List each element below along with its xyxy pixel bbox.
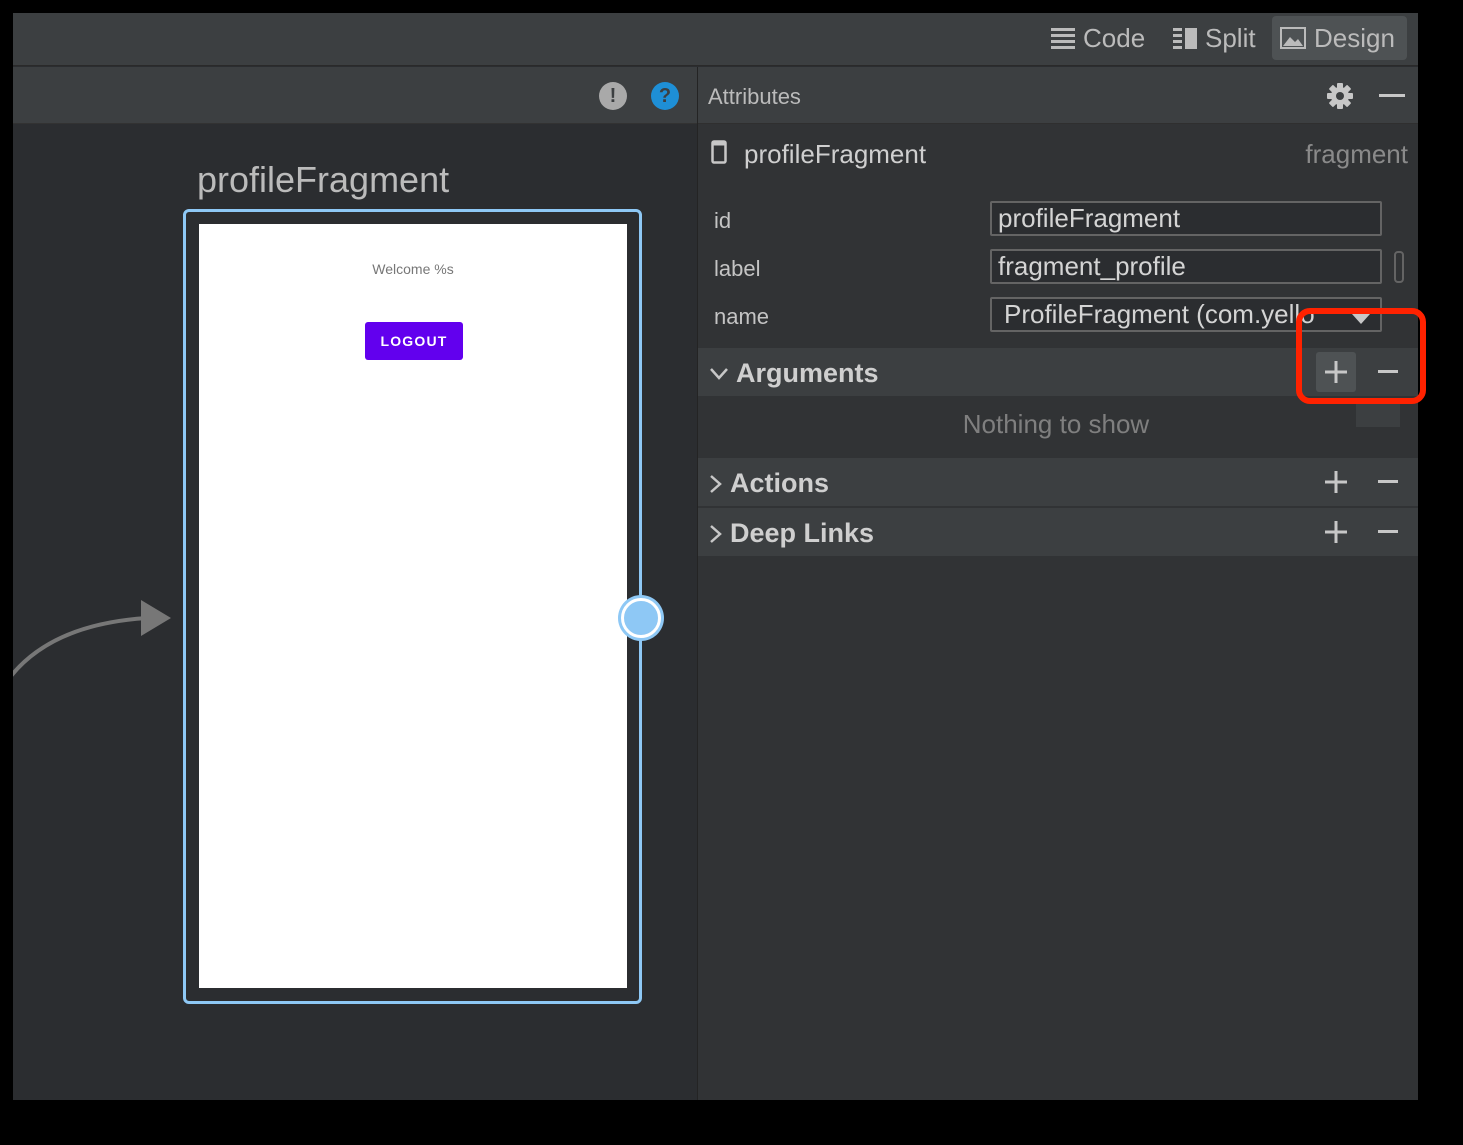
- warning-icon[interactable]: !: [599, 82, 627, 110]
- label-field[interactable]: fragment_profile: [990, 249, 1382, 284]
- highlight-annotation: [1296, 308, 1426, 404]
- label-label: label: [714, 256, 761, 281]
- welcome-text: Welcome %s: [372, 261, 454, 277]
- component-row: profileFragment fragment: [698, 127, 1418, 177]
- arguments-title: Arguments: [736, 358, 879, 388]
- actions-title: Actions: [730, 468, 830, 498]
- attributes-panel: Attributes profileFragment fragment id p…: [698, 67, 1418, 1100]
- add-deep-link-button[interactable]: [1316, 512, 1356, 552]
- code-lines-icon: [1051, 28, 1075, 49]
- plus-icon: [1325, 471, 1347, 493]
- minus-icon: [1378, 480, 1398, 483]
- deep-links-title: Deep Links: [730, 518, 875, 548]
- deep-links-toggle[interactable]: Deep Links: [710, 518, 874, 549]
- resource-picker-button[interactable]: [1394, 251, 1404, 283]
- code-mode-button[interactable]: Code: [1043, 16, 1153, 60]
- chevron-down-icon: [710, 367, 728, 380]
- id-field[interactable]: profileFragment: [990, 201, 1382, 236]
- design-mode-button[interactable]: Design: [1272, 16, 1407, 60]
- component-name: profileFragment: [744, 139, 927, 169]
- add-action-button[interactable]: [1316, 462, 1356, 502]
- fragment-device-icon: [711, 140, 727, 169]
- split-view-icon: [1173, 28, 1197, 49]
- component-type: fragment: [1305, 139, 1408, 169]
- help-icon[interactable]: ?: [651, 82, 679, 110]
- name-dropdown-value: ProfileFragment (com.yello: [1004, 299, 1315, 329]
- minus-icon: [1378, 530, 1398, 533]
- minimize-icon[interactable]: [1376, 80, 1408, 112]
- view-mode-toolbar: Code Split Design: [13, 13, 1418, 66]
- remove-deep-link-button[interactable]: [1368, 512, 1408, 552]
- action-connect-handle[interactable]: [621, 598, 661, 638]
- code-mode-label: Code: [1083, 22, 1146, 53]
- deep-links-section-header[interactable]: Deep Links: [698, 508, 1418, 556]
- attributes-header: Attributes: [698, 67, 1418, 124]
- actions-toggle[interactable]: Actions: [710, 468, 829, 499]
- design-mode-label: Design: [1314, 22, 1395, 53]
- remove-action-button[interactable]: [1368, 462, 1408, 502]
- split-mode-button[interactable]: Split: [1165, 16, 1264, 60]
- name-label: name: [714, 304, 770, 329]
- android-studio-window: Code Split Design ! ? profileFragment We…: [13, 13, 1418, 1100]
- attributes-title: Attributes: [708, 84, 801, 109]
- fragment-preview[interactable]: Welcome %s LOGOUT: [199, 224, 627, 988]
- chevron-right-icon: [710, 524, 722, 543]
- plus-icon: [1325, 521, 1347, 543]
- id-label: id: [714, 208, 732, 233]
- actions-section-header[interactable]: Actions: [698, 458, 1418, 506]
- destination-title: profileFragment: [197, 159, 450, 200]
- empty-arguments-text: Nothing to show: [962, 409, 1150, 439]
- arguments-toggle[interactable]: Arguments: [710, 358, 879, 389]
- navigation-canvas: profileFragment Welcome %s LOGOUT: [13, 124, 697, 1100]
- image-design-icon: [1280, 27, 1306, 49]
- logout-button: LOGOUT: [365, 322, 463, 360]
- canvas-header: ! ?: [13, 67, 697, 124]
- gear-icon[interactable]: [1324, 80, 1356, 112]
- split-mode-label: Split: [1205, 22, 1256, 53]
- incoming-action-arrow: [13, 600, 171, 677]
- chevron-right-icon: [710, 474, 722, 493]
